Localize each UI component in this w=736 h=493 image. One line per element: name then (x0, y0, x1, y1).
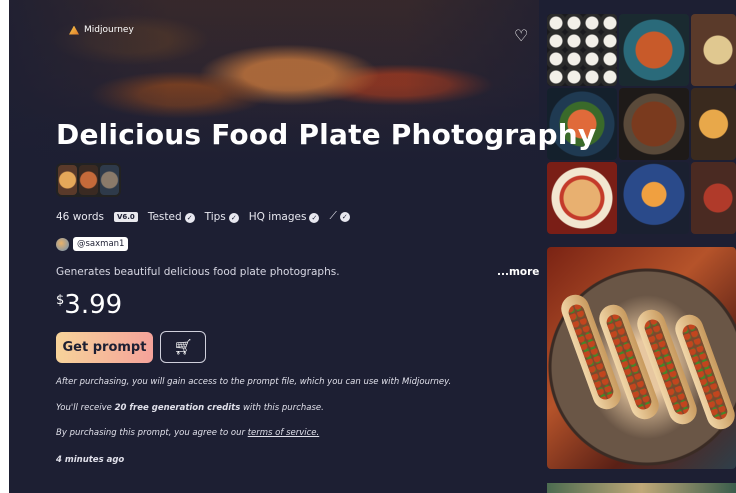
timestamp: 4 minutes ago (56, 455, 125, 465)
featured-image[interactable] (547, 247, 736, 469)
editable-tag: ⟋ ✓ (329, 210, 350, 223)
word-count: 46 words (56, 210, 104, 223)
example-image[interactable] (691, 162, 736, 234)
hq-images-tag: HQ images ✓ (249, 211, 320, 223)
example-image[interactable] (619, 162, 689, 234)
example-image[interactable] (547, 14, 617, 86)
midjourney-logo-icon (69, 25, 79, 35)
tos-note: By purchasing this prompt, you agree to … (56, 428, 319, 438)
currency-symbol: $ (56, 293, 65, 308)
brush-icon: ⟋ (329, 210, 337, 222)
check-badge-icon: ✓ (339, 212, 350, 222)
credits-amount: 20 free generation credits (114, 403, 241, 413)
description: Generates beautiful delicious food plate… (56, 266, 340, 278)
tos-text: By purchasing this prompt, you agree to … (56, 428, 248, 438)
credits-note: You'll receive 20 free generation credit… (56, 403, 324, 413)
thumbnail[interactable] (100, 165, 119, 195)
version-badge: V6.0 (113, 211, 138, 222)
brand-name: Midjourney (84, 25, 134, 35)
prompt-meta: 46 words V6.0 Tested ✓ Tips ✓ HQ images ✓ ⟋… (56, 210, 350, 223)
tested-tag: Tested ✓ (148, 211, 195, 223)
add-to-cart-button[interactable]: 🛒︎ (160, 331, 206, 363)
example-image[interactable] (619, 14, 689, 86)
author-handle[interactable]: @saxman1 (73, 237, 129, 251)
example-thumbnails[interactable] (56, 163, 121, 197)
tested-label: Tested (147, 210, 182, 223)
credits-text: with this purchase. (240, 403, 324, 413)
cart-icon: 🛒︎ (173, 339, 193, 356)
price: $3.99 (56, 290, 122, 320)
example-image[interactable] (619, 88, 689, 160)
hq-images-label: HQ images (248, 210, 307, 223)
more-link[interactable]: ...more (497, 266, 539, 278)
avatar[interactable] (56, 237, 69, 251)
get-prompt-button[interactable]: Get prompt (56, 332, 153, 363)
author[interactable]: @saxman1 (56, 237, 129, 251)
heart-icon[interactable]: ♡ (514, 28, 528, 44)
tips-label: Tips (204, 210, 226, 223)
terms-of-service-link[interactable]: terms of service. (248, 428, 320, 438)
example-image[interactable] (691, 88, 736, 160)
next-image-preview[interactable] (547, 483, 736, 493)
brand[interactable]: Midjourney (69, 25, 134, 35)
access-note: After purchasing, you will gain access t… (56, 377, 452, 387)
tips-tag: Tips ✓ (205, 211, 239, 223)
thumbnail[interactable] (58, 165, 77, 195)
credits-text: You'll receive (56, 403, 115, 413)
product-page: Midjourney ♡ Delicious Food Plate Photog… (9, 0, 736, 493)
price-amount: 3.99 (64, 290, 123, 320)
example-image[interactable] (547, 162, 617, 234)
example-image[interactable] (691, 14, 736, 86)
check-badge-icon: ✓ (309, 212, 320, 223)
check-badge-icon: ✓ (184, 212, 195, 223)
thumbnail[interactable] (79, 165, 98, 195)
page-title: Delicious Food Plate Photography (56, 118, 597, 151)
check-badge-icon: ✓ (228, 212, 239, 223)
